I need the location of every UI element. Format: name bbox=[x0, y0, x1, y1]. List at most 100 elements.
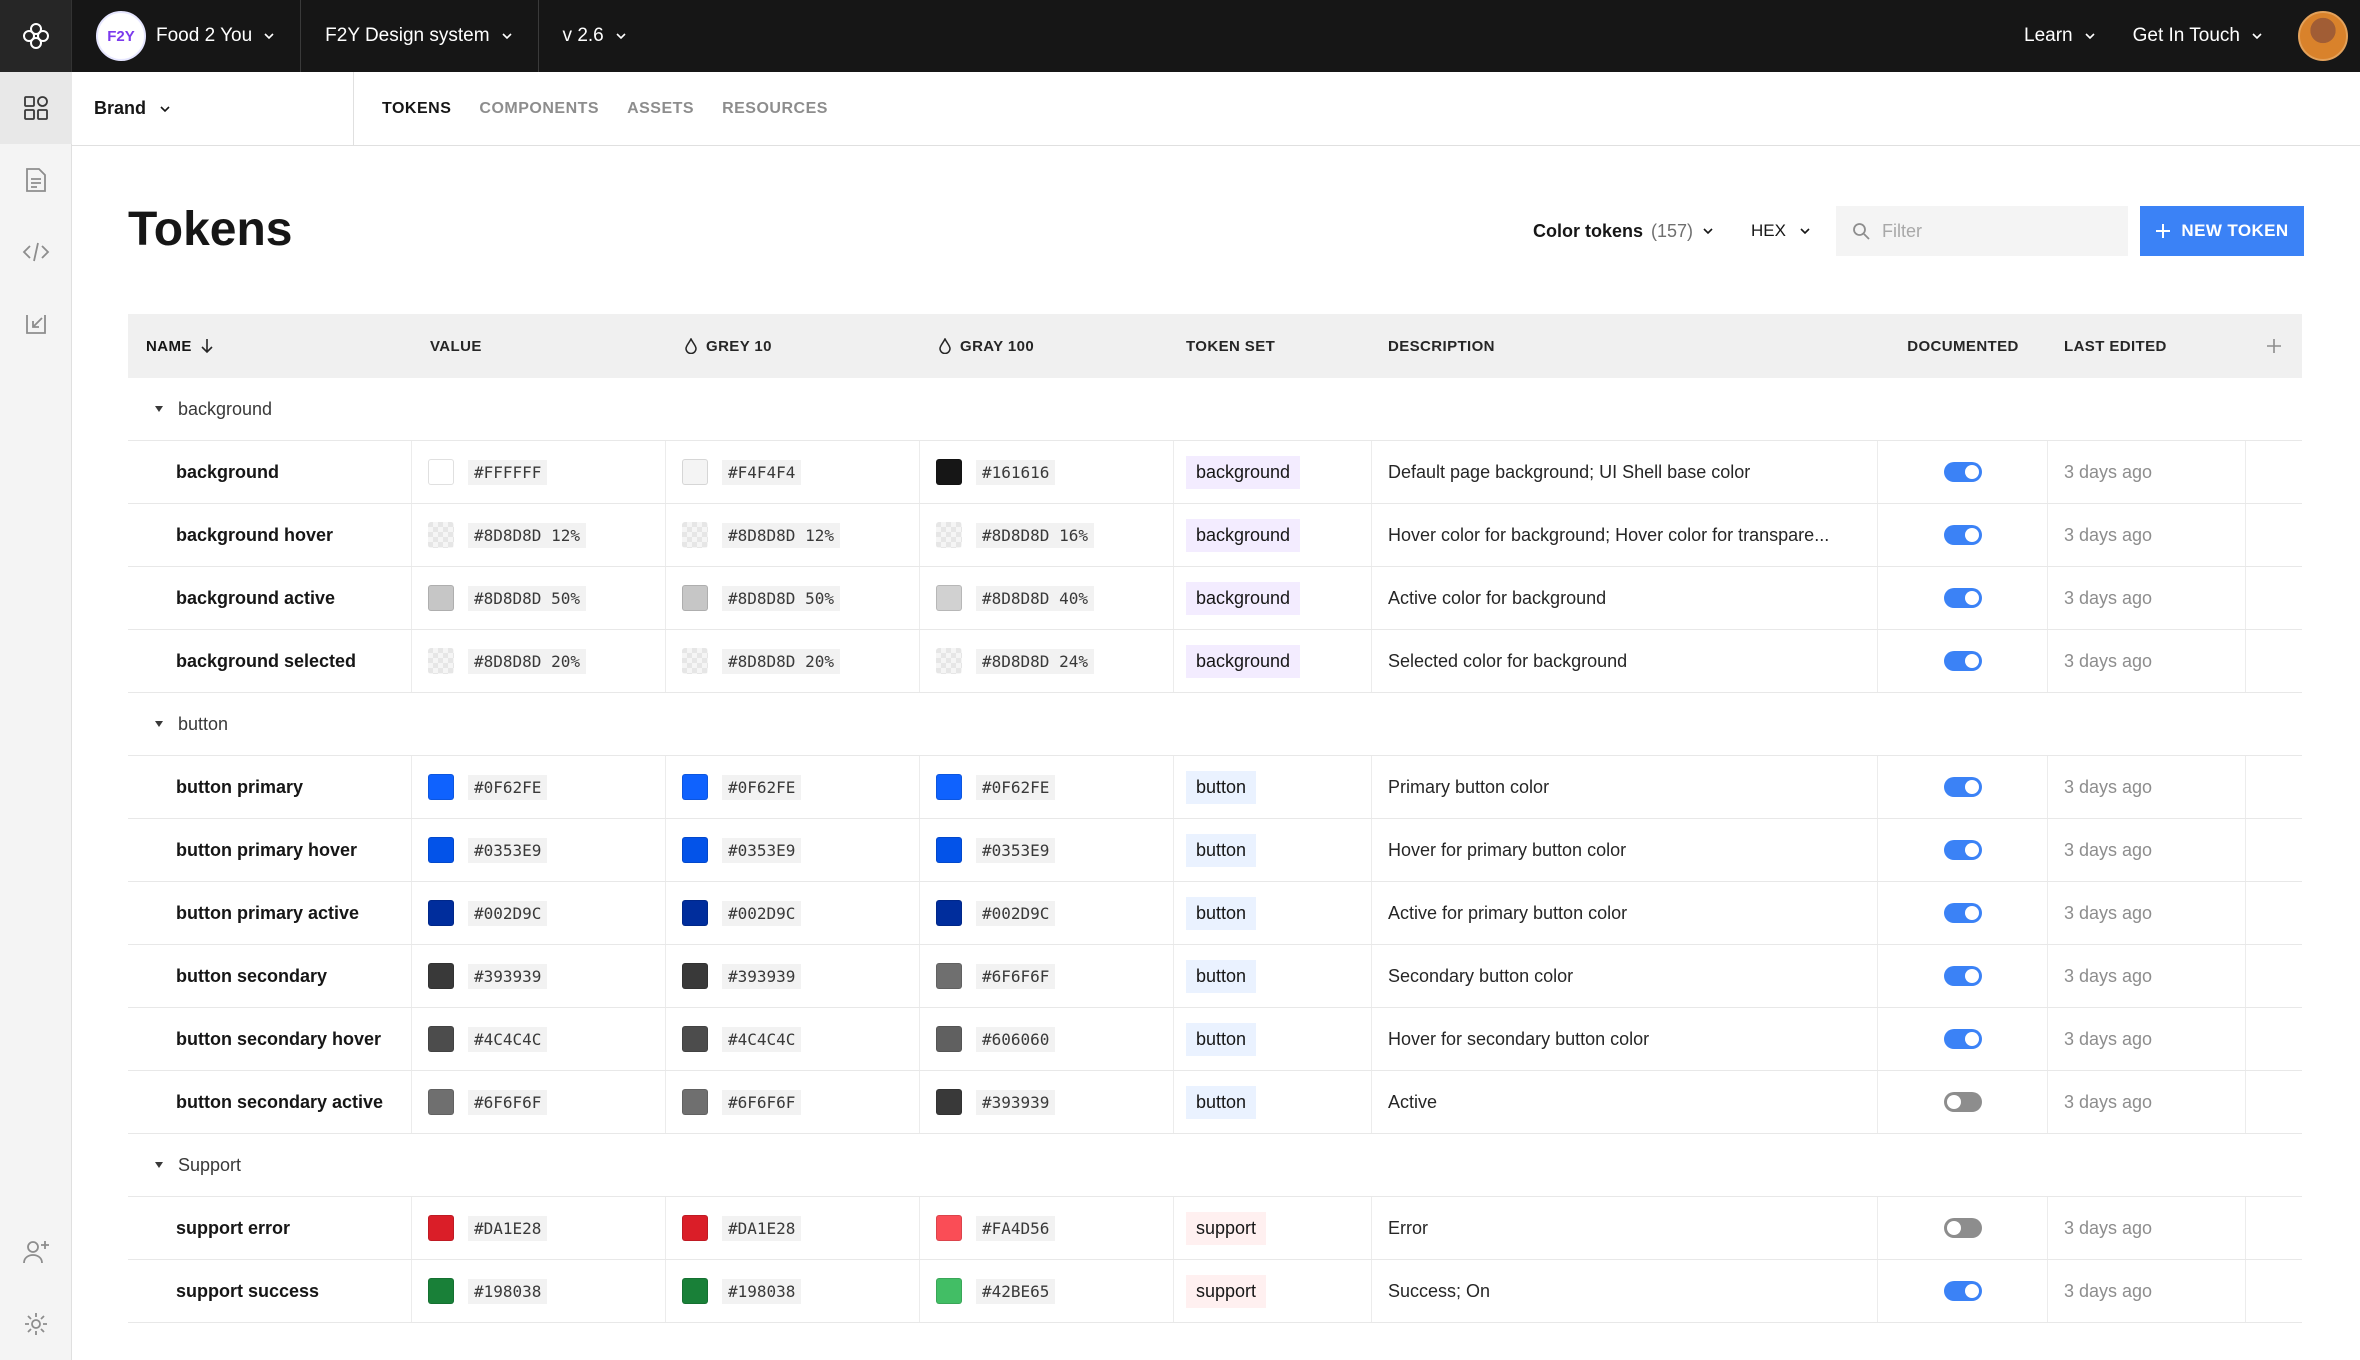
token-set-cell: background bbox=[1174, 567, 1372, 629]
token-name: background bbox=[176, 461, 280, 482]
documented-toggle[interactable] bbox=[1943, 1218, 1982, 1238]
documented-toggle[interactable] bbox=[1943, 525, 1982, 545]
documented-toggle[interactable] bbox=[1943, 588, 1982, 608]
grey10-cell: #6F6F6F bbox=[666, 1071, 920, 1133]
app-logo-button[interactable] bbox=[0, 0, 72, 72]
group-row[interactable]: background bbox=[128, 378, 2302, 441]
last-edited-cell: 3 days ago bbox=[2048, 819, 2246, 881]
last-edited-cell: 3 days ago bbox=[2048, 567, 2246, 629]
gray100-cell: #8D8D8D 40% bbox=[920, 567, 1174, 629]
documented-toggle[interactable] bbox=[1943, 1029, 1982, 1049]
color-swatch bbox=[682, 1026, 708, 1052]
learn-menu[interactable]: Learn bbox=[2006, 0, 2115, 72]
description-text: Success; On bbox=[1388, 1280, 1491, 1301]
documented-toggle[interactable] bbox=[1943, 462, 1982, 482]
section-tabs: TOKENS COMPONENTS ASSETS RESOURCES bbox=[354, 72, 828, 145]
col-token-set-header: TOKEN SET bbox=[1174, 338, 1372, 355]
plus-icon bbox=[2156, 224, 2171, 238]
token-name-cell: support success bbox=[128, 1260, 412, 1322]
value-code: #4C4C4C bbox=[468, 1026, 548, 1052]
chevron-down-icon bbox=[1703, 228, 1713, 235]
design-system-name: F2Y Design system bbox=[325, 25, 490, 46]
tab-components[interactable]: COMPONENTS bbox=[479, 100, 599, 118]
tab-resources[interactable]: RESOURCES bbox=[722, 100, 828, 118]
version-switcher[interactable]: v 2.6 bbox=[539, 0, 652, 72]
grey10-code: #0F62FE bbox=[722, 774, 802, 800]
token-row[interactable]: background hover #8D8D8D 12% #8D8D8D 12% #8… bbox=[128, 504, 2302, 567]
documented-toggle[interactable] bbox=[1943, 903, 1982, 923]
token-row[interactable]: button secondary hover #4C4C4C #4C4C4C #606… bbox=[128, 1008, 2302, 1071]
color-swatch bbox=[428, 1215, 454, 1241]
grey10-cell: #0353E9 bbox=[666, 819, 920, 881]
color-swatch bbox=[936, 900, 962, 926]
token-set-tag: button bbox=[1186, 896, 1257, 930]
last-edited-text: 3 days ago bbox=[2064, 902, 2153, 923]
token-name: support error bbox=[176, 1217, 291, 1238]
gray100-cell: #393939 bbox=[920, 1071, 1174, 1133]
get-in-touch-label: Get In Touch bbox=[2132, 25, 2240, 46]
tab-tokens[interactable]: TOKENS bbox=[382, 100, 451, 118]
tab-assets[interactable]: ASSETS bbox=[627, 100, 694, 118]
new-token-button[interactable]: NEW TOKEN bbox=[2140, 206, 2304, 256]
format-dropdown[interactable]: HEX bbox=[1751, 221, 1812, 241]
org-switcher[interactable]: F2Y Food 2 You bbox=[72, 0, 302, 72]
grey10-cell: #8D8D8D 20% bbox=[666, 630, 920, 692]
version-label: v 2.6 bbox=[562, 25, 604, 46]
token-row[interactable]: background active #8D8D8D 50% #8D8D8D 50% #… bbox=[128, 567, 2302, 630]
token-row[interactable]: background selected #8D8D8D 20% #8D8D8D 20… bbox=[128, 630, 2302, 693]
brand-dropdown[interactable]: Brand bbox=[72, 72, 354, 145]
token-row[interactable]: button secondary #393939 #393939 #6F6F6F but… bbox=[128, 945, 2302, 1008]
rail-add-user-button[interactable] bbox=[0, 1216, 72, 1288]
add-column-button[interactable] bbox=[2246, 338, 2302, 354]
color-swatch bbox=[682, 648, 708, 674]
rail-tokens-button[interactable] bbox=[0, 72, 72, 144]
documented-toggle[interactable] bbox=[1943, 1092, 1982, 1112]
design-system-switcher[interactable]: F2Y Design system bbox=[301, 0, 539, 72]
token-row[interactable]: support error #DA1E28 #DA1E28 #FA4D56 suppor… bbox=[128, 1197, 2302, 1260]
documented-toggle[interactable] bbox=[1943, 966, 1982, 986]
token-count: (157) bbox=[1651, 220, 1694, 241]
color-swatch bbox=[936, 585, 962, 611]
gray100-cell: #8D8D8D 16% bbox=[920, 504, 1174, 566]
color-swatch bbox=[936, 522, 962, 548]
token-row[interactable]: support success #198038 #198038 #42BE65 supp… bbox=[128, 1260, 2302, 1323]
caret-down-icon bbox=[155, 721, 163, 727]
documented-toggle[interactable] bbox=[1943, 777, 1982, 797]
token-name: background active bbox=[176, 587, 336, 608]
token-row[interactable]: button secondary active #6F6F6F #6F6F6F #39… bbox=[128, 1071, 2302, 1134]
rail-settings-button[interactable] bbox=[0, 1288, 72, 1360]
color-swatch bbox=[936, 963, 962, 989]
group-row[interactable]: button bbox=[128, 693, 2302, 756]
token-row[interactable]: button primary #0F62FE #0F62FE #0F62FE butto… bbox=[128, 756, 2302, 819]
documented-toggle[interactable] bbox=[1943, 840, 1982, 860]
table-header: NAME VALUE GREY 10 GRAY 100 TOKEN SET DE… bbox=[128, 314, 2302, 378]
token-row[interactable]: button primary hover #0353E9 #0353E9 #0353E… bbox=[128, 819, 2302, 882]
value-cell: #0353E9 bbox=[412, 819, 666, 881]
filter-input[interactable] bbox=[1880, 219, 2110, 243]
user-avatar[interactable] bbox=[2298, 11, 2348, 61]
get-in-touch-menu[interactable]: Get In Touch bbox=[2115, 0, 2282, 72]
token-type-dropdown[interactable]: Color tokens (157) bbox=[1533, 221, 1715, 242]
token-row[interactable]: background #FFFFFF #F4F4F4 #161616 backgroun… bbox=[128, 441, 2302, 504]
col-description-label: DESCRIPTION bbox=[1388, 337, 1495, 355]
rail-import-button[interactable] bbox=[0, 288, 72, 360]
color-swatch bbox=[682, 900, 708, 926]
row-extra-cell bbox=[2246, 441, 2302, 503]
rail-code-button[interactable] bbox=[0, 216, 72, 288]
col-name-header[interactable]: NAME bbox=[128, 338, 412, 355]
description-cell: Active for primary button color bbox=[1372, 882, 1878, 944]
documented-toggle[interactable] bbox=[1943, 651, 1982, 671]
gray100-code: #393939 bbox=[976, 1089, 1056, 1115]
gray100-code: #FA4D56 bbox=[976, 1215, 1056, 1241]
token-set-cell: button bbox=[1174, 1071, 1372, 1133]
token-row[interactable]: button primary active #002D9C #002D9C #002D… bbox=[128, 882, 2302, 945]
grey10-cell: #F4F4F4 bbox=[666, 441, 920, 503]
rail-docs-button[interactable] bbox=[0, 144, 72, 216]
filter-field[interactable] bbox=[1836, 206, 2128, 256]
value-cell: #6F6F6F bbox=[412, 1071, 666, 1133]
gray100-code: #0353E9 bbox=[976, 837, 1056, 863]
documented-toggle[interactable] bbox=[1943, 1281, 1982, 1301]
group-row[interactable]: Support bbox=[128, 1134, 2302, 1197]
grey10-code: #0353E9 bbox=[722, 837, 802, 863]
color-swatch bbox=[428, 1278, 454, 1304]
